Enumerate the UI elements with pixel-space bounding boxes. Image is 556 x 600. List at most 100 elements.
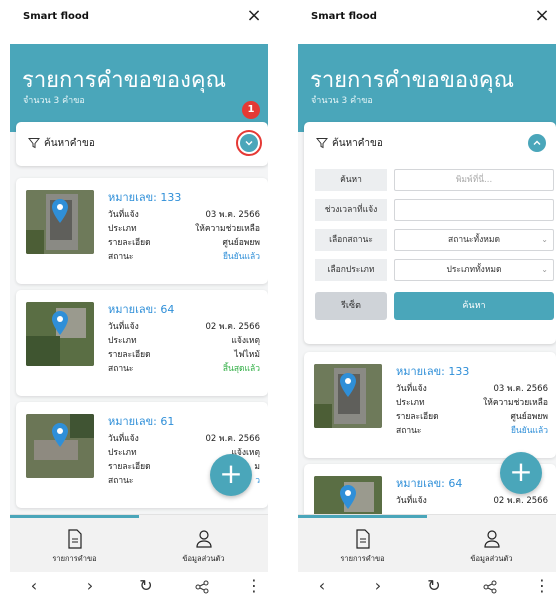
detail-row: รายละเอียด ศูนย์อพยพ [108,235,260,248]
date-range-input[interactable] [394,199,554,221]
tab-label: ข้อมูลส่วนตัว [470,554,513,563]
header-banner: รายการคำขอของคุณ จำนวน 3 คำขอ [298,44,556,132]
status-select[interactable]: สถานะทั้งหมด ⌄ [394,229,554,251]
request-card[interactable]: หมายเลข: 64 วันที่แจ้ง 02 พ.ค. 2566 ประเภ… [16,290,268,396]
detail-value: ม [254,462,260,472]
type-label: ประเภท [396,398,425,408]
search-input[interactable]: พิมพ์ที่นี่... [394,169,554,191]
type-row: ประเภท ให้ความช่วยเหลือ [396,395,548,408]
search-header[interactable]: ค้นหาคำขอ [304,122,556,164]
menu-icon[interactable]: ⋮ [244,576,264,596]
status-label: สถานะ [108,476,134,486]
search-toggle-label: ค้นหาคำขอ [44,138,95,149]
share-icon[interactable] [192,580,212,594]
request-count: จำนวน 3 คำขอ [311,96,373,106]
forward-icon[interactable]: › [80,576,100,596]
reload-icon[interactable]: ↻ [136,576,156,596]
status-value: ยืนยันแล้ว [222,252,260,262]
filter-row-type: เลือกประเภท ประเภททั้งหมด ⌄ [304,256,556,284]
tab-label: รายการคำขอ [340,554,385,563]
location-pin-icon [340,373,356,397]
chevron-down-icon[interactable] [240,134,258,152]
tab-requests[interactable]: รายการคำขอ [298,515,427,573]
location-pin-icon [52,199,68,223]
add-request-button[interactable]: + [500,452,542,494]
tab-profile[interactable]: ข้อมูลส่วนตัว [427,515,556,573]
detail-row: รายละเอียด ไฟไหม้ [108,347,260,360]
request-count: จำนวน 3 คำขอ [23,96,85,106]
browser-nav-bar: ‹ › ↻ ⋮ [10,572,268,600]
step-badge: 1 [242,101,260,119]
location-pin-icon [52,423,68,447]
phone-screen-collapsed: Smart flood × รายการคำขอของคุณ จำนวน 3 ค… [10,0,268,600]
type-value: แจ้งเหตุ [231,336,260,346]
reset-button[interactable]: รีเซ็ต [315,292,387,320]
share-icon[interactable] [480,580,500,594]
status-row: สถานะ สิ้นสุดแล้ว [108,361,260,374]
date-label: วันที่แจ้ง [396,384,427,394]
search-field-label: ค้นหา [315,169,387,191]
document-icon [355,529,370,549]
status-select-label: เลือกสถานะ [315,229,387,251]
request-card[interactable]: หมายเลข: 133 วันที่แจ้ง 03 พ.ค. 2566 ประเ… [16,178,268,284]
type-select[interactable]: ประเภททั้งหมด ⌄ [394,259,554,281]
search-toggle-label: ค้นหาคำขอ [332,138,383,149]
top-bar: Smart flood × [10,0,268,44]
request-number: หมายเลข: 64 [108,303,175,316]
close-icon[interactable]: × [532,6,552,26]
tab-label: ข้อมูลส่วนตัว [182,554,225,563]
close-icon[interactable]: × [244,6,264,26]
phone-screen-expanded: Smart flood × รายการคำขอของคุณ จำนวน 3 ค… [298,0,556,600]
back-icon[interactable]: ‹ [312,576,332,596]
back-icon[interactable]: ‹ [24,576,44,596]
search-button[interactable]: ค้นหา [394,292,554,320]
add-request-button[interactable]: + [210,454,252,496]
type-row: ประเภท ให้ความช่วยเหลือ [108,221,260,234]
date-value: 03 พ.ค. 2566 [493,384,548,394]
request-number: หมายเลข: 61 [108,415,175,428]
map-thumbnail [26,414,94,478]
document-icon [67,529,82,549]
status-select-value: สถานะทั้งหมด [448,235,500,245]
top-bar: Smart flood × [298,0,556,44]
date-value: 02 พ.ค. 2566 [205,434,260,444]
page-title: รายการคำขอของคุณ [22,68,226,93]
forward-icon[interactable]: › [368,576,388,596]
request-number: หมายเลข: 133 [108,191,182,204]
filter-row-status: เลือกสถานะ สถานะทั้งหมด ⌄ [304,226,556,254]
menu-icon[interactable]: ⋮ [532,576,552,596]
date-label: วันที่แจ้ง [108,210,139,220]
search-header[interactable]: ค้นหาคำขอ [16,122,268,164]
filter-row-search: ค้นหา พิมพ์ที่นี่... [304,166,556,194]
map-thumbnail [26,190,94,254]
type-label: ประเภท [108,336,137,346]
date-value: 02 พ.ค. 2566 [493,496,548,506]
map-thumbnail [314,364,382,428]
request-card[interactable]: หมายเลข: 133 วันที่แจ้ง 03 พ.ค. 2566 ประเ… [304,352,556,458]
browser-nav-bar: ‹ › ↻ ⋮ [298,572,556,600]
app-title: Smart flood [23,11,89,22]
location-pin-icon [52,311,68,335]
header-banner: รายการคำขอของคุณ จำนวน 3 คำขอ [10,44,268,132]
type-select-label: เลือกประเภท [315,259,387,281]
status-row: สถานะ ยืนยันแล้ว [108,249,260,262]
chevron-up-icon[interactable] [528,134,546,152]
reload-icon[interactable]: ↻ [424,576,444,596]
date-row: วันที่แจ้ง 03 พ.ค. 2566 [108,207,260,220]
detail-label: รายละเอียด [396,412,439,422]
bottom-tab-bar: รายการคำขอ ข้อมูลส่วนตัว [10,514,268,572]
status-label: สถานะ [108,252,134,262]
date-label: วันที่แจ้ง [108,434,139,444]
date-row: วันที่แจ้ง 02 พ.ค. 2566 [108,431,260,444]
tab-profile[interactable]: ข้อมูลส่วนตัว [139,515,268,573]
location-pin-icon [340,485,356,509]
status-value: ยืนยันแล้ว [510,426,548,436]
search-toggle-card[interactable]: ค้นหาคำขอ [16,122,268,166]
tab-requests[interactable]: รายการคำขอ [10,515,139,573]
filter-row-date: ช่วงเวลาที่แจ้ง [304,196,556,224]
detail-value: ไฟไหม้ [234,350,260,360]
type-label: ประเภท [108,224,137,234]
type-row: ประเภท แจ้งเหตุ [108,333,260,346]
date-row: วันที่แจ้ง 03 พ.ค. 2566 [396,381,548,394]
filter-icon [316,138,328,149]
